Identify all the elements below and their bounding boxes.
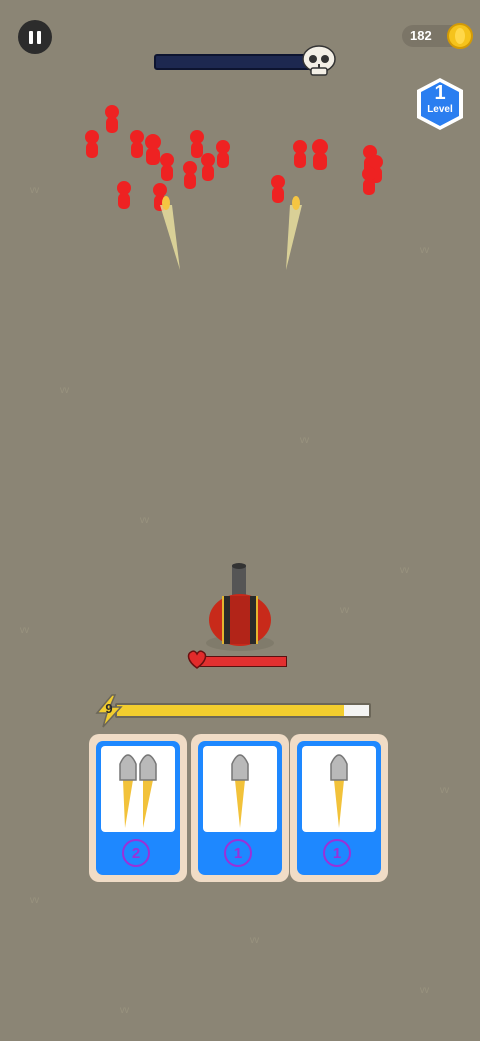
- enemy-progress-bar: [154, 54, 316, 70]
- enemy-crowd: [85, 105, 383, 211]
- bullet-icon: [330, 754, 348, 828]
- cannon-health-bar: [196, 656, 287, 667]
- enemy-figure: [312, 139, 328, 170]
- bullet-trail-left: [160, 196, 180, 270]
- energy-bar: [115, 703, 371, 718]
- enemy-figure: [190, 130, 204, 158]
- enemy-figure: [117, 181, 131, 209]
- heart-icon: [187, 650, 207, 669]
- grass-tuft: ᵥᵥ: [30, 889, 39, 905]
- pause-icon: [29, 30, 33, 44]
- enemy-figure: [216, 140, 230, 168]
- grass-tuft: ᵥᵥ: [120, 999, 129, 1015]
- enemy-figure: [183, 161, 197, 189]
- card-cost-badge: 1: [224, 839, 252, 867]
- enemy-figure: [145, 134, 161, 165]
- level-number: 1: [434, 82, 446, 104]
- skull-icon: [302, 45, 336, 76]
- level-label: Level: [427, 104, 453, 115]
- card-upgrade-shot[interactable]: 1: [290, 734, 388, 882]
- enemy-figure: [293, 140, 307, 168]
- enemy-figure: [362, 167, 376, 195]
- coin-count: 182: [410, 28, 432, 43]
- energy-count: 9: [105, 701, 113, 716]
- card-single-shot[interactable]: 1: [191, 734, 289, 882]
- card-cost-badge: 1: [323, 839, 351, 867]
- card-double-shot[interactable]: 2: [89, 734, 187, 882]
- enemy-figure: [85, 130, 99, 158]
- enemy-figure: [271, 175, 285, 203]
- pause-button[interactable]: [18, 20, 52, 54]
- cannon: [206, 563, 274, 651]
- grass-tuft: ᵥᵥ: [440, 779, 449, 795]
- bullet-icon: [231, 754, 249, 828]
- enemy-figure: [160, 153, 174, 181]
- enemy-figure: [201, 153, 215, 181]
- energy-fill: [117, 705, 344, 716]
- enemy-figure: [130, 130, 144, 158]
- coin-icon: [447, 23, 473, 49]
- grass-tuft: ᵥᵥ: [250, 929, 259, 945]
- enemy-figure: [105, 105, 119, 133]
- game-scene: [85, 105, 383, 651]
- card-cost-badge: 2: [122, 839, 150, 867]
- bullet-trail-right: [286, 196, 302, 270]
- bullet-icon: [119, 754, 157, 828]
- grass-tuft: ᵥᵥ: [420, 979, 429, 995]
